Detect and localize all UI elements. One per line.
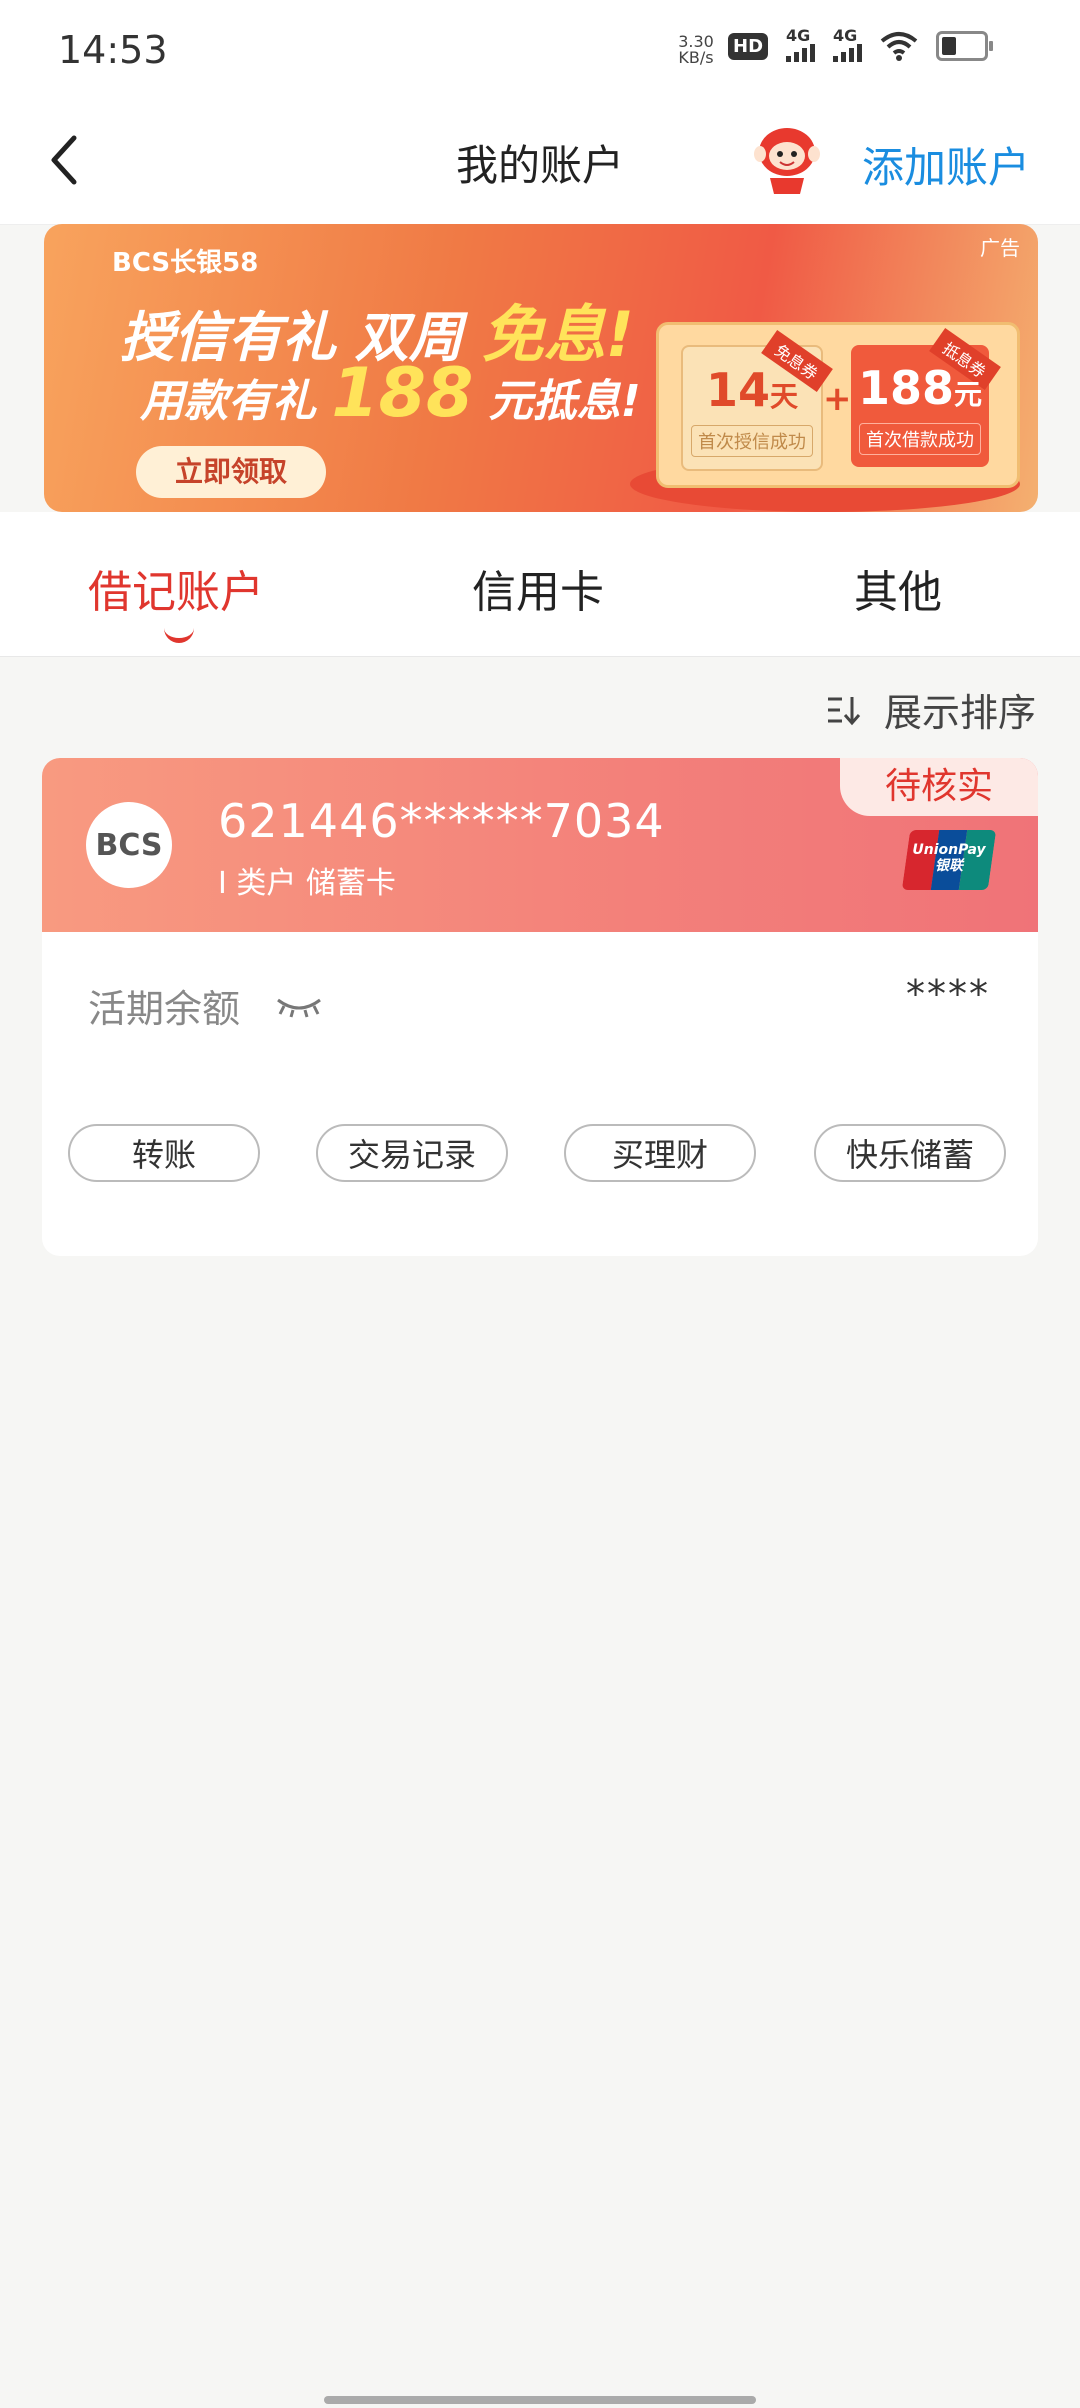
- claim-now-button[interactable]: 立即领取: [136, 446, 326, 498]
- buy-wealth-button[interactable]: 买理财: [564, 1124, 756, 1182]
- battery-icon: [936, 31, 994, 61]
- tab-other[interactable]: 其他: [854, 556, 942, 620]
- status-badge: 待核实: [840, 758, 1038, 816]
- display-sort-button[interactable]: 展示排序: [826, 682, 1036, 737]
- mascot-icon[interactable]: [746, 122, 828, 196]
- sort-icon: [827, 696, 861, 725]
- unionpay-label: UnionPay 银联: [912, 842, 986, 874]
- network-speed: 3.30 KB/s: [676, 34, 716, 66]
- signal-label: 4G: [833, 26, 858, 45]
- account-card[interactable]: 待核实 BCS 621446******7034 Ⅰ 类户 储蓄卡 UnionP…: [42, 758, 1038, 1256]
- status-icons: HD 4G 4G: [728, 26, 994, 62]
- balance-value: ****: [906, 972, 990, 1016]
- banner-brand: BCS长银58: [112, 248, 259, 278]
- eye-closed-icon[interactable]: [274, 994, 324, 1018]
- interest-free-coupon: 免息券 14天 首次授信成功: [681, 330, 833, 471]
- transaction-history-button[interactable]: 交易记录: [316, 1124, 508, 1182]
- status-time: 14:53: [58, 28, 168, 72]
- coupon-condition: 首次借款成功: [859, 423, 981, 455]
- card-type: Ⅰ 类户 储蓄卡: [218, 866, 396, 901]
- network-speed-unit: KB/s: [678, 48, 714, 67]
- active-tab-indicator: [164, 622, 194, 643]
- coupon-value: 188元: [857, 361, 983, 415]
- home-indicator[interactable]: [324, 2396, 756, 2404]
- happy-savings-button[interactable]: 快乐储蓄: [814, 1124, 1006, 1182]
- nav-header: 我的账户 添加账户: [0, 100, 1080, 225]
- add-account-link[interactable]: 添加账户: [862, 134, 1030, 195]
- account-tabs: 借记账户 信用卡 其他: [0, 512, 1080, 657]
- hd-icon: HD: [728, 32, 769, 60]
- wifi-icon: [880, 32, 918, 61]
- card-header: 待核实 BCS 621446******7034 Ⅰ 类户 储蓄卡 UnionP…: [42, 758, 1038, 932]
- signal-label: 4G: [786, 26, 811, 45]
- tab-credit-card[interactable]: 信用卡: [472, 556, 604, 620]
- promo-banner[interactable]: BCS长银58 广告 授信有礼 双周 免息! 用款有礼 188 元抵息! 立即领…: [44, 224, 1038, 512]
- interest-offset-coupon: 抵息券 188元 首次借款成功: [851, 328, 1001, 467]
- tab-debit-account[interactable]: 借记账户: [88, 556, 264, 620]
- status-bar: 14:53 3.30 KB/s HD 4G 4G: [0, 0, 1080, 100]
- banner-headline-2: 用款有礼 188 元抵息!: [140, 354, 641, 433]
- ad-tag: 广告: [980, 236, 1020, 260]
- balance-label: 活期余额: [88, 987, 241, 1031]
- bank-logo: BCS: [86, 802, 172, 888]
- sort-label: 展示排序: [883, 691, 1036, 735]
- signal-icon: 4G: [833, 26, 863, 62]
- coupon-condition: 首次授信成功: [691, 425, 813, 457]
- signal-icon: 4G: [786, 26, 816, 62]
- card-number: 621446******7034: [218, 794, 665, 848]
- coupon-ticket: 免息券 14天 首次授信成功 + 抵息券 188元 首次借款成功: [656, 322, 1020, 488]
- coupon-value: 14天: [705, 363, 799, 417]
- plus-sign: +: [823, 379, 852, 419]
- transfer-button[interactable]: 转账: [68, 1124, 260, 1182]
